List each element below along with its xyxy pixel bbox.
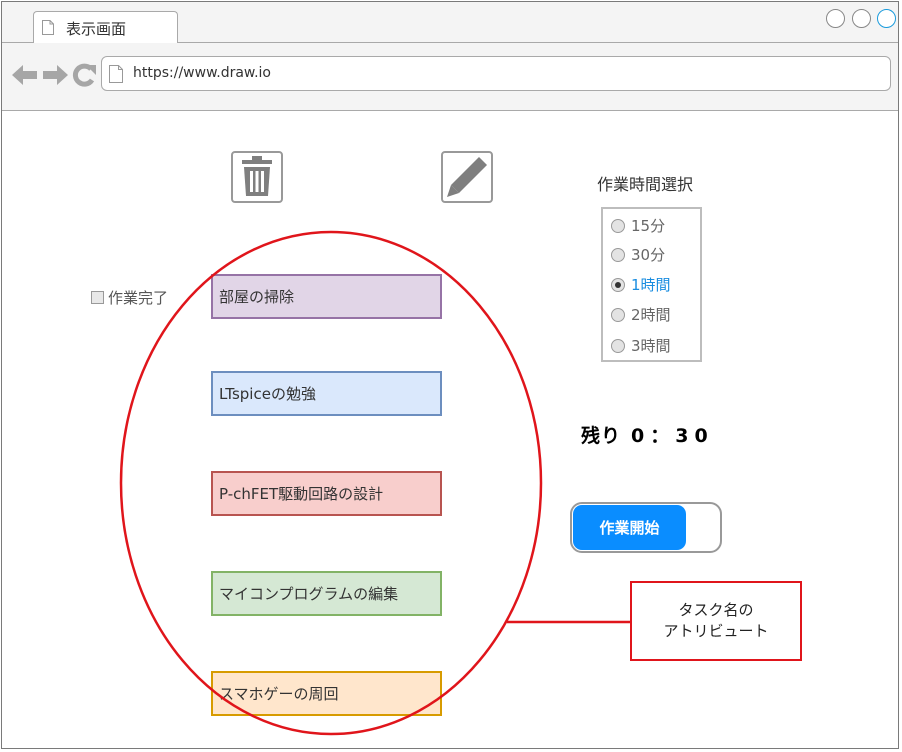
task-name: スマホゲーの周回 <box>219 685 339 703</box>
task-name: 部屋の掃除 <box>219 288 295 306</box>
annotation-line-1: タスク名の <box>678 601 754 619</box>
time-option-label: 1時間 <box>631 276 671 294</box>
window-button-2[interactable] <box>852 9 871 28</box>
radio-button[interactable] <box>611 277 625 292</box>
time-option[interactable]: 3時間 <box>611 335 671 356</box>
time-option-label: 15分 <box>631 217 666 235</box>
radio-button[interactable] <box>611 307 625 322</box>
radio-button[interactable] <box>611 247 625 262</box>
task-name: P-chFET駆動回路の設計 <box>219 485 384 503</box>
back-arrow-icon[interactable] <box>11 63 39 87</box>
annotation-line-2: アトリビュート <box>663 622 769 640</box>
start-toggle-label[interactable]: 作業開始 <box>573 505 686 550</box>
task-item[interactable]: P-chFET駆動回路の設計 <box>211 471 442 516</box>
reload-icon[interactable] <box>71 63 97 87</box>
remaining-value: 0：30 <box>631 425 714 447</box>
annotation-box: タスク名の アトリビュート <box>630 581 802 661</box>
remaining-time: 残り 0：30 <box>581 421 714 448</box>
task-name: LTspiceの勉強 <box>219 385 316 403</box>
time-option[interactable]: 30分 <box>611 244 665 265</box>
task-item[interactable]: スマホゲーの周回 <box>211 671 442 716</box>
address-bar[interactable]: https://www.draw.io <box>101 56 891 91</box>
task-item[interactable]: 部屋の掃除 <box>211 274 442 319</box>
document-icon <box>109 65 123 83</box>
time-option[interactable]: 1時間 <box>611 274 671 295</box>
done-checkbox[interactable]: 作業完了 <box>91 287 168 308</box>
task-item[interactable]: マイコンプログラムの編集 <box>211 571 442 616</box>
forward-arrow-icon[interactable] <box>41 63 69 87</box>
task-item[interactable]: LTspiceの勉強 <box>211 371 442 416</box>
remaining-label: 残り <box>581 425 622 447</box>
url-text: https://www.draw.io <box>133 65 271 81</box>
window-button-1[interactable] <box>826 9 845 28</box>
window-button-3[interactable] <box>877 9 896 28</box>
time-option-label: 3時間 <box>631 337 671 355</box>
time-radio-group: 15分 30分 1時間 2時間 3時間 <box>601 207 702 362</box>
trash-icon[interactable] <box>231 151 283 203</box>
checkbox-box[interactable] <box>91 291 104 304</box>
time-option-label: 2時間 <box>631 306 671 324</box>
start-toggle[interactable]: 作業開始 <box>570 502 722 553</box>
time-select-title: 作業時間選択 <box>597 175 694 194</box>
radio-button[interactable] <box>611 338 625 353</box>
browser-tab[interactable]: 表示画面 <box>33 11 178 43</box>
time-option[interactable]: 2時間 <box>611 304 671 325</box>
done-checkbox-label: 作業完了 <box>108 289 169 307</box>
tab-title: 表示画面 <box>66 20 127 38</box>
time-option[interactable]: 15分 <box>611 215 665 236</box>
document-icon <box>42 20 54 35</box>
task-name: マイコンプログラムの編集 <box>219 585 399 603</box>
pencil-icon[interactable] <box>441 151 493 203</box>
radio-button[interactable] <box>611 218 625 233</box>
tab-bar: 表示画面 <box>2 2 898 43</box>
time-option-label: 30分 <box>631 246 666 264</box>
